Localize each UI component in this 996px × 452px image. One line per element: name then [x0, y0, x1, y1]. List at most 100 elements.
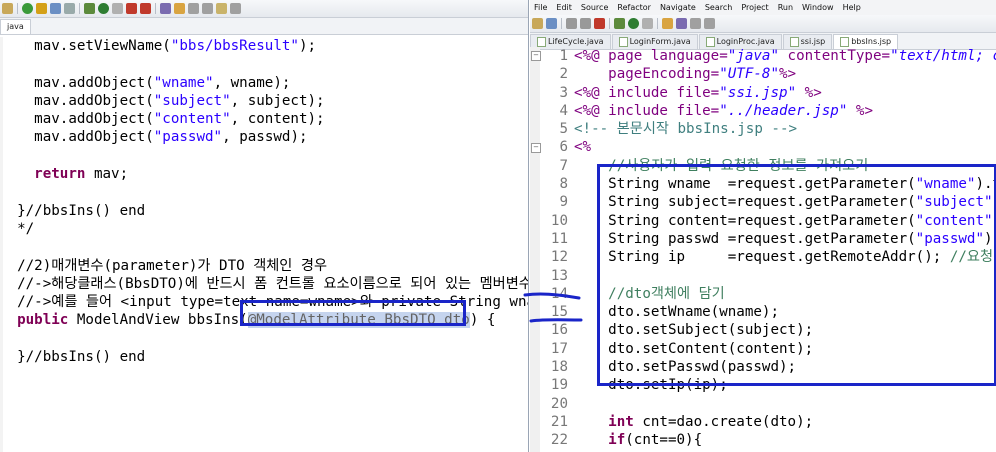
format-icon[interactable]: [64, 3, 75, 14]
line-number: 19: [550, 377, 568, 394]
menu-item-help[interactable]: Help: [843, 3, 861, 12]
server-icon[interactable]: [126, 3, 137, 14]
new-icon[interactable]: [2, 3, 13, 14]
code-token: dto.setWname(wname);: [608, 304, 780, 321]
code-line[interactable]: dto.setContent(content);: [574, 340, 996, 358]
code-line[interactable]: dto.setWname(wname);: [574, 303, 996, 321]
right-editor-pane[interactable]: File Edit Source Refactor Navigate Search Proj…: [530, 0, 996, 452]
code-line[interactable]: [574, 395, 996, 413]
line-number: 11: [550, 230, 568, 247]
open-folder-icon[interactable]: [662, 18, 673, 29]
code-line[interactable]: <!-- 본문시작 bbsIns.jsp -->: [574, 120, 996, 138]
search-icon[interactable]: [174, 3, 185, 14]
menu-item-window[interactable]: Window: [802, 3, 834, 12]
code-line[interactable]: [0, 238, 528, 256]
debug-icon[interactable]: [84, 3, 95, 14]
left-code-area[interactable]: mav.setViewName("bbs/bbsResult"); mav.ad…: [0, 37, 529, 366]
suspend-icon[interactable]: [580, 18, 591, 29]
open-type-icon[interactable]: [160, 3, 171, 14]
code-line[interactable]: [574, 267, 996, 285]
toolbar-separator: [79, 3, 80, 14]
code-line[interactable]: //2)매개변수(parameter)가 DTO 객체인 경우: [0, 257, 528, 275]
menu-item-source[interactable]: Source: [581, 3, 608, 12]
menu-item-search[interactable]: Search: [705, 3, 732, 12]
code-line[interactable]: mav.setViewName("bbs/bbsResult");: [0, 37, 528, 55]
history-icon[interactable]: [230, 3, 241, 14]
nav-forward-icon[interactable]: [202, 3, 213, 14]
code-line[interactable]: dto.setIp(ip);: [574, 376, 996, 394]
left-editor-tab[interactable]: java: [0, 19, 31, 34]
code-token: mav.addObject(: [34, 129, 154, 146]
code-token: <%@: [574, 84, 609, 101]
code-line[interactable]: mav.addObject("wname", wname);: [0, 74, 528, 92]
code-line[interactable]: String subject=request.getParameter("sub…: [574, 193, 996, 211]
annotation-icon[interactable]: [216, 3, 227, 14]
code-token: "subject": [153, 92, 231, 109]
nav-back-icon[interactable]: [690, 18, 701, 29]
code-line[interactable]: <%: [574, 138, 996, 156]
skip-icon[interactable]: [566, 18, 577, 29]
code-line[interactable]: mav.addObject("content", content);: [0, 110, 528, 128]
code-token: //->예를 들어 <input type=text name=wname>와 …: [17, 294, 529, 311]
code-line[interactable]: [0, 183, 528, 201]
code-line[interactable]: //dto객체에 담기: [574, 285, 996, 303]
code-line[interactable]: //사용자가 입력 요청한 정보를 가져오기: [574, 157, 996, 175]
menu-item-navigate[interactable]: Navigate: [660, 3, 696, 12]
stop-icon[interactable]: [112, 3, 123, 14]
code-line[interactable]: String passwd =request.getParameter("pas…: [574, 230, 996, 248]
code-line[interactable]: public ModelAndView bbsIns(@ModelAttribu…: [0, 311, 528, 329]
code-token: include: [608, 102, 677, 119]
menu-item-project[interactable]: Project: [741, 3, 768, 12]
code-line[interactable]: mav.addObject("passwd", passwd);: [0, 128, 528, 146]
coverage-icon[interactable]: [642, 18, 653, 29]
search-icon[interactable]: [676, 18, 687, 29]
code-token: //사용자가 입력 요청한 정보를 가져오기: [608, 157, 869, 174]
code-line[interactable]: return mav;: [0, 165, 528, 183]
code-token: dto.setContent(content);: [608, 340, 814, 357]
code-line[interactable]: }//bbsIns() end: [0, 202, 528, 220]
code-line[interactable]: String content=request.getParameter("con…: [574, 212, 996, 230]
deploy-icon[interactable]: [140, 3, 151, 14]
code-line[interactable]: pageEncoding="UTF-8"%>: [574, 65, 996, 83]
code-line[interactable]: [0, 330, 528, 348]
right-code-area[interactable]: <%@ page language="java" contentType="te…: [574, 47, 996, 450]
code-line[interactable]: <%@ include file="../header.jsp" %>: [574, 102, 996, 120]
code-line[interactable]: String wname =request.getParameter("wnam…: [574, 175, 996, 193]
new-icon[interactable]: [532, 18, 543, 29]
code-line[interactable]: <%@ page language="java" contentType="te…: [574, 47, 996, 65]
menu-item-refactor[interactable]: Refactor: [617, 3, 651, 12]
nav-forward-icon[interactable]: [704, 18, 715, 29]
code-line[interactable]: dto.setPasswd(passwd);: [574, 358, 996, 376]
code-token: %>: [796, 84, 822, 101]
line-number: 2: [559, 66, 568, 83]
line-number: 16: [550, 322, 568, 339]
code-line[interactable]: }//bbsIns() end: [0, 348, 528, 366]
code-line[interactable]: [0, 55, 528, 73]
play-icon[interactable]: [628, 18, 639, 29]
build-icon[interactable]: [36, 3, 47, 14]
save-icon[interactable]: [546, 18, 557, 29]
menu-item-edit[interactable]: Edit: [556, 3, 572, 12]
menu-item-file[interactable]: File: [534, 3, 547, 12]
code-line[interactable]: if(cnt==0){: [574, 431, 996, 449]
code-line[interactable]: dto.setSubject(subject);: [574, 321, 996, 339]
menu-item-run[interactable]: Run: [778, 3, 793, 12]
terminate-icon[interactable]: [594, 18, 605, 29]
left-editor-pane[interactable]: java mav.setViewName("bbs/bbsResult"); m…: [0, 0, 529, 452]
fold-toggle-icon[interactable]: −: [531, 143, 541, 153]
code-line[interactable]: mav.addObject("subject", subject);: [0, 92, 528, 110]
toolbar-separator: [17, 3, 18, 14]
code-line[interactable]: String ip =request.getRemoteAddr(); //요청…: [574, 248, 996, 266]
nav-back-icon[interactable]: [188, 3, 199, 14]
code-line[interactable]: <%@ include file="ssi.jsp" %>: [574, 84, 996, 102]
code-line[interactable]: */: [0, 220, 528, 238]
code-line[interactable]: //->해당클래스(BbsDTO)에 반드시 폼 컨트롤 요소이름으로 되어 있…: [0, 275, 528, 293]
run-icon[interactable]: [22, 3, 33, 14]
play-icon[interactable]: [98, 3, 109, 14]
code-line[interactable]: [0, 147, 528, 165]
code-line[interactable]: int cnt=dao.create(dto);: [574, 413, 996, 431]
code-line[interactable]: //->예를 들어 <input type=text name=wname>와 …: [0, 293, 529, 311]
debug-icon[interactable]: [614, 18, 625, 29]
fold-toggle-icon[interactable]: −: [531, 51, 541, 61]
edit-icon[interactable]: [50, 3, 61, 14]
